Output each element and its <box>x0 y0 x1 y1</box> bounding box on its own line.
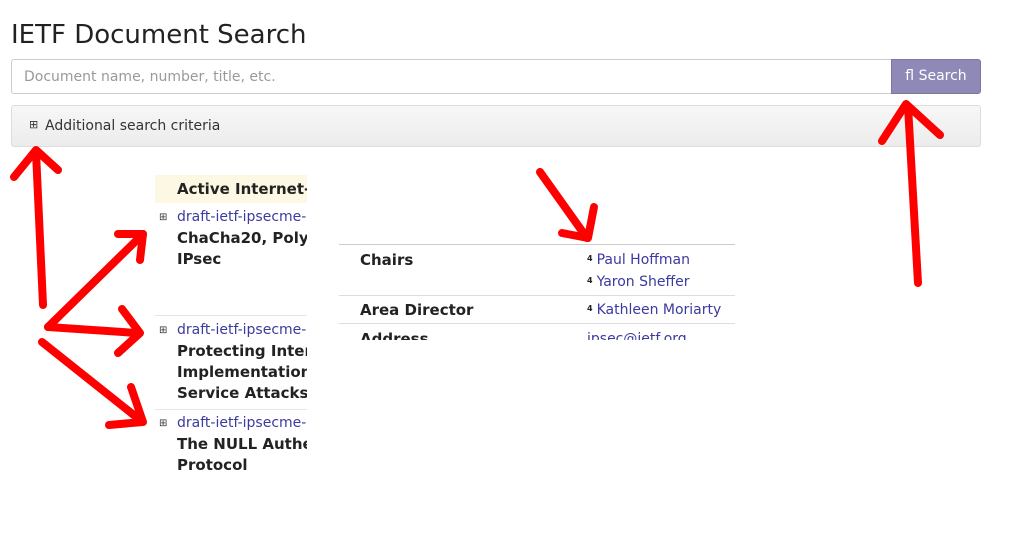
row-divider <box>339 323 735 324</box>
document-icon[interactable]: ⊞ <box>159 212 167 223</box>
document-icon[interactable]: ⊞ <box>159 325 167 336</box>
document-title-line: Protocol <box>177 456 248 474</box>
page-title: IETF Document Search <box>11 20 307 50</box>
arrow-to-document-1 <box>44 230 147 331</box>
section-header-active-drafts: Active Internet-D <box>155 175 307 203</box>
chair-entry: 4 Paul Hoffman <box>587 249 690 270</box>
arrow-to-criteria <box>10 146 62 309</box>
document-link[interactable]: draft-ietf-ipsecme- <box>177 320 306 340</box>
arrow-to-document-3 <box>38 338 147 429</box>
additional-search-criteria-toggle[interactable]: ⊞ Additional search criteria <box>11 105 981 147</box>
document-title-line: Protecting Inter <box>177 342 307 360</box>
document-title-line: ChaCha20, Poly <box>177 229 307 247</box>
additional-search-criteria-label: Additional search criteria <box>45 118 221 134</box>
document-title-line: Service Attacks <box>177 384 307 402</box>
expand-icon: ⊞ <box>29 118 39 131</box>
area-director-label: Area Director <box>360 301 474 319</box>
chair-link[interactable]: Yaron Sheffer <box>597 274 690 290</box>
document-title-line: IPsec <box>177 250 222 268</box>
search-input[interactable] <box>11 59 891 94</box>
area-director-link[interactable]: Kathleen Moriarty <box>597 302 722 318</box>
row-divider <box>339 295 735 296</box>
chair-entry: 4 Yaron Sheffer <box>587 271 690 292</box>
row-divider <box>155 315 307 316</box>
mailing-list-link[interactable]: ipsec@ietf.org <box>587 331 687 340</box>
documents-table: Active Internet-D ⊞ draft-ietf-ipsecme- … <box>155 175 307 480</box>
document-title-line: The NULL Authe <box>177 435 307 453</box>
document-link[interactable]: draft-ietf-ipsecme- <box>177 413 306 433</box>
working-group-info-table: Chairs 4 Paul Hoffman 4 Yaron Sheffer Area… <box>339 244 735 340</box>
person-marker: 4 <box>587 276 593 285</box>
arrow-to-document-2 <box>44 305 144 357</box>
person-marker: 4 <box>587 254 593 263</box>
arrow-to-chair-link <box>536 168 598 242</box>
search-icon: ﬂ <box>905 68 915 84</box>
person-marker: 4 <box>587 304 593 313</box>
chairs-label: Chairs <box>360 251 414 269</box>
address-entry: ipsec@ietf.org <box>587 329 687 340</box>
address-label: Address <box>360 330 429 340</box>
document-link[interactable]: draft-ietf-ipsecme- <box>177 207 306 227</box>
search-button-label: Search <box>918 68 967 84</box>
chair-link[interactable]: Paul Hoffman <box>597 252 690 268</box>
document-title-line: Implementation <box>177 363 307 381</box>
document-icon[interactable]: ⊞ <box>159 418 167 429</box>
area-director-entry: 4 Kathleen Moriarty <box>587 299 721 320</box>
search-button[interactable]: ﬂ Search <box>891 59 981 94</box>
row-divider <box>155 409 307 410</box>
search-bar: ﬂ Search <box>11 59 981 95</box>
